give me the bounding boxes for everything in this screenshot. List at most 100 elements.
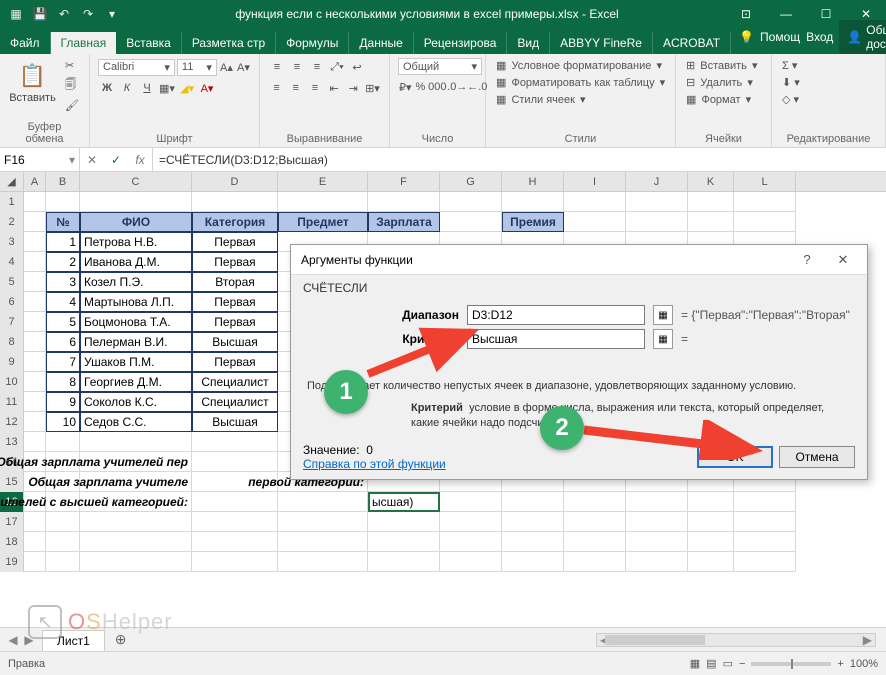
cell[interactable]: Вторая — [192, 272, 278, 292]
cell[interactable] — [24, 232, 46, 252]
cell[interactable] — [626, 192, 688, 212]
cell[interactable] — [24, 552, 46, 572]
cell[interactable] — [688, 532, 734, 552]
cell[interactable]: Седов С.С. — [80, 412, 192, 432]
cell[interactable] — [24, 332, 46, 352]
cell[interactable] — [440, 552, 502, 572]
cell[interactable] — [502, 532, 564, 552]
undo-icon[interactable]: ↶ — [54, 4, 74, 24]
select-all[interactable]: ◢ — [0, 172, 24, 191]
cell[interactable] — [278, 552, 368, 572]
cell[interactable]: Петрова Н.В. — [80, 232, 192, 252]
tell-me-icon[interactable]: 💡 — [739, 30, 754, 44]
cell[interactable] — [46, 192, 80, 212]
cell[interactable] — [192, 492, 278, 512]
align-center-icon[interactable]: ≡ — [287, 79, 304, 97]
cell[interactable] — [278, 192, 368, 212]
cell[interactable]: № — [46, 212, 80, 232]
cell[interactable] — [626, 212, 688, 232]
border-icon[interactable]: ▦▾ — [158, 79, 176, 97]
cell[interactable] — [688, 212, 734, 232]
cell[interactable] — [734, 532, 796, 552]
percent-icon[interactable]: % — [415, 78, 427, 96]
tab-file[interactable]: Файл — [0, 32, 51, 54]
tab-home[interactable]: Главная — [51, 32, 117, 54]
fx-icon[interactable]: fx — [128, 153, 152, 167]
view-normal-icon[interactable]: ▦ — [690, 657, 700, 670]
cell[interactable] — [278, 532, 368, 552]
col-J[interactable]: J — [626, 172, 688, 191]
align-left-icon[interactable]: ≡ — [268, 79, 285, 97]
col-H[interactable]: H — [502, 172, 564, 191]
font-name-select[interactable]: Calibri▾ — [98, 59, 175, 76]
cell[interactable]: ФИО — [80, 212, 192, 232]
cell[interactable]: Специалист — [192, 372, 278, 392]
cell[interactable] — [80, 552, 192, 572]
cell[interactable] — [688, 552, 734, 572]
cell[interactable]: 5 — [46, 312, 80, 332]
cell[interactable] — [24, 272, 46, 292]
format-cells-button[interactable]: ▦ Формат ▾ — [684, 92, 763, 107]
autosum-icon[interactable]: Σ ▾ — [780, 58, 877, 73]
signin[interactable]: Вход — [806, 30, 833, 44]
name-box[interactable]: F16▾ — [0, 148, 80, 171]
cell[interactable] — [46, 432, 80, 452]
cell[interactable] — [688, 492, 734, 512]
formula-input[interactable]: =СЧЁТЕСЛИ(D3:D12;Высшая) — [153, 148, 886, 171]
bold-icon[interactable]: Ж — [98, 79, 116, 97]
tab-insert[interactable]: Вставка — [116, 32, 182, 54]
cell[interactable] — [24, 192, 46, 212]
zoom-slider[interactable] — [751, 662, 831, 666]
cell[interactable] — [80, 432, 192, 452]
fill-color-icon[interactable]: ◢▾ — [178, 79, 196, 97]
cell[interactable]: Иванова Д.М. — [80, 252, 192, 272]
row-10[interactable]: 10 — [0, 372, 24, 392]
paste-button[interactable]: 📋 Вставить — [8, 58, 57, 104]
row-6[interactable]: 6 — [0, 292, 24, 312]
cell[interactable]: Георгиев Д.М. — [80, 372, 192, 392]
cell[interactable]: Первая — [192, 292, 278, 312]
cell[interactable] — [440, 192, 502, 212]
font-size-select[interactable]: 11▾ — [177, 59, 217, 76]
cell[interactable] — [564, 492, 626, 512]
cell[interactable] — [192, 192, 278, 212]
tell-me[interactable]: Помощ — [760, 30, 800, 44]
cell[interactable] — [24, 432, 46, 452]
font-color-icon[interactable]: A▾ — [198, 79, 216, 97]
cell[interactable] — [502, 552, 564, 572]
cell[interactable]: Ушаков П.М. — [80, 352, 192, 372]
save-icon[interactable]: 💾 — [30, 4, 50, 24]
cell[interactable] — [24, 212, 46, 232]
align-mid-icon[interactable]: ≡ — [288, 58, 306, 76]
cell[interactable] — [24, 352, 46, 372]
underline-icon[interactable]: Ч — [138, 79, 156, 97]
arg2-picker-icon[interactable]: ▦ — [653, 329, 673, 349]
cancel-button[interactable]: Отмена — [779, 446, 855, 468]
cell[interactable] — [502, 512, 564, 532]
cell[interactable] — [80, 512, 192, 532]
cell[interactable]: 1 — [46, 232, 80, 252]
sheet-nav-prev-icon[interactable]: ◀ — [6, 633, 20, 647]
col-K[interactable]: K — [688, 172, 734, 191]
italic-icon[interactable]: К — [118, 79, 136, 97]
cell[interactable] — [278, 492, 368, 512]
cell[interactable]: 3 — [46, 272, 80, 292]
cell[interactable]: Предмет — [278, 212, 368, 232]
cell[interactable] — [626, 492, 688, 512]
row-9[interactable]: 9 — [0, 352, 24, 372]
cut-icon[interactable]: ✂ — [63, 58, 81, 73]
col-A[interactable]: A — [24, 172, 46, 191]
tab-layout[interactable]: Разметка стр — [182, 32, 276, 54]
cell[interactable] — [626, 552, 688, 572]
cell[interactable]: 8 — [46, 372, 80, 392]
cell[interactable] — [734, 192, 796, 212]
col-G[interactable]: G — [440, 172, 502, 191]
align-bot-icon[interactable]: ≡ — [308, 58, 326, 76]
tab-acrobat[interactable]: ACROBAT — [653, 32, 731, 54]
cell[interactable]: ысшая) — [368, 492, 440, 512]
cell[interactable] — [80, 192, 192, 212]
copy-icon[interactable]: 🗐 — [63, 75, 81, 96]
row-3[interactable]: 3 — [0, 232, 24, 252]
cell[interactable] — [440, 212, 502, 232]
h-scrollbar[interactable]: ◀▶ — [596, 633, 876, 647]
